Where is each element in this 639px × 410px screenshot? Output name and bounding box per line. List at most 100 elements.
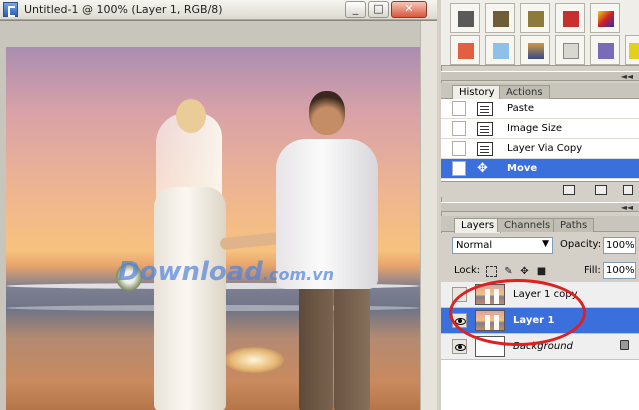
lock-image-pixels-icon[interactable]: ✎ [503,266,514,277]
history-item-label: Layer Via Copy [507,143,583,154]
swatch-fill [458,43,474,59]
layers-blend-row: Normal ▼ Opacity: 100% [441,233,639,259]
opacity-input[interactable]: 100% [603,237,636,254]
swatch-fill [598,43,614,59]
swatch-fill [629,43,639,59]
groom-leg [334,283,370,410]
history-list: Paste Image Size Layer Via Copy ✥ Move [441,99,639,181]
layer-row-selected[interactable]: Layer 1 [441,308,639,334]
layers-palette-grip[interactable]: ◄◄ [441,202,639,212]
history-item[interactable]: Image Size [441,119,639,139]
tab-channels[interactable]: Channels [497,218,558,232]
palette-collapse-icon[interactable]: ◄◄ [621,203,633,212]
swatch-fill [528,11,544,27]
swatch-fill [563,43,579,59]
layer-name: Layer 1 [513,315,555,326]
layer-thumbnail [475,310,505,331]
watermark-text: Download [118,257,263,287]
history-tabs: History Actions [441,83,639,100]
watermark-suffix: .com.vn [262,265,335,284]
document-icon [477,102,493,116]
new-snapshot-icon[interactable] [595,185,607,195]
tab-history[interactable]: History [452,85,502,100]
layer-name: Background [513,341,573,352]
canvas-photo[interactable]: Download.com.vn [6,47,420,410]
style-swatch[interactable] [555,3,585,33]
document-title-bar[interactable]: Untitled-1 @ 100% (Layer 1, RGB/8) _ □ ✕ [0,0,437,20]
fill-input[interactable]: 100% [603,262,636,279]
photoshop-document-icon [3,2,18,17]
fill-label: Fill: [584,265,601,276]
close-button[interactable]: ✕ [391,1,427,18]
image-size-icon [477,122,493,136]
style-swatch[interactable] [450,3,480,33]
swatch-fill [493,43,509,59]
lock-transparency-icon[interactable] [486,266,497,277]
bride-figure [154,187,226,410]
lock-position-icon[interactable]: ✥ [519,266,530,277]
history-item-label: Paste [507,103,534,114]
history-snapshot-checkbox[interactable] [452,121,466,136]
watermark: Download.com.vn [118,257,334,287]
swatch-fill [598,11,614,27]
vertical-scrollbar[interactable] [420,21,437,410]
document-window: Untitled-1 @ 100% (Layer 1, RGB/8) _ □ ✕… [0,0,437,410]
layer-row[interactable]: Layer 1 copy [441,282,639,308]
lock-label: Lock: [454,265,481,276]
layer-name: Layer 1 copy [513,289,578,300]
history-snapshot-checkbox[interactable] [452,141,466,156]
chevron-down-icon: ▼ [542,239,549,249]
blend-mode-value: Normal [456,240,493,251]
minimize-button[interactable]: _ [345,1,366,18]
layer-thumbnail [475,336,505,357]
history-state-pointer[interactable] [452,161,466,176]
swatch-fill [528,43,544,59]
document-title: Untitled-1 @ 100% (Layer 1, RGB/8) [24,3,223,16]
layers-list: Layer 1 copy Layer 1 Background [441,282,639,410]
blend-mode-select[interactable]: Normal ▼ [452,237,553,254]
new-document-from-state-icon[interactable] [563,185,575,195]
lock-all-icon[interactable]: ■ [536,266,547,277]
trash-icon[interactable] [623,185,633,195]
style-swatch[interactable] [485,3,515,33]
maximize-button[interactable]: □ [368,1,389,18]
style-swatch[interactable] [590,3,620,33]
swatch-fill [493,11,509,27]
eye-icon[interactable] [452,339,467,354]
history-snapshot-checkbox[interactable] [452,101,466,116]
lock-icon [620,340,629,350]
palette-collapse-icon[interactable]: ◄◄ [621,72,633,81]
history-item-selected[interactable]: ✥ Move [441,159,639,179]
move-icon: ✥ [477,161,488,176]
thumb-figure [494,289,499,304]
opacity-label: Opacity: [560,239,602,250]
sun-reflection [224,347,284,373]
bride-head [176,99,206,133]
layer-row[interactable]: Background [441,334,639,360]
tab-actions[interactable]: Actions [499,85,550,99]
canvas-area[interactable]: Download.com.vn [0,20,437,410]
style-swatch[interactable] [520,3,550,33]
eye-icon[interactable] [452,313,467,328]
history-palette-grip[interactable]: ◄◄ [441,71,639,81]
style-swatch[interactable] [485,35,515,65]
swatch-fill [458,11,474,27]
style-swatch[interactable] [520,35,550,65]
style-swatch[interactable] [590,35,620,65]
layer-thumbnail [475,284,505,305]
style-swatch[interactable] [625,35,639,65]
style-swatch[interactable] [450,35,480,65]
groom-head [309,91,345,135]
history-item[interactable]: Paste [441,99,639,119]
thumb-figure [485,289,490,304]
history-item[interactable]: Layer Via Copy [441,139,639,159]
groom-leg [299,283,333,410]
document-icon [477,142,493,156]
history-item-label: Move [507,163,538,174]
visibility-toggle[interactable] [452,287,467,302]
style-swatch[interactable] [555,35,585,65]
layers-tabs: Layers Channels Paths [441,216,639,233]
thumb-figure [485,315,490,330]
tab-layers[interactable]: Layers [454,218,502,233]
tab-paths[interactable]: Paths [553,218,595,232]
